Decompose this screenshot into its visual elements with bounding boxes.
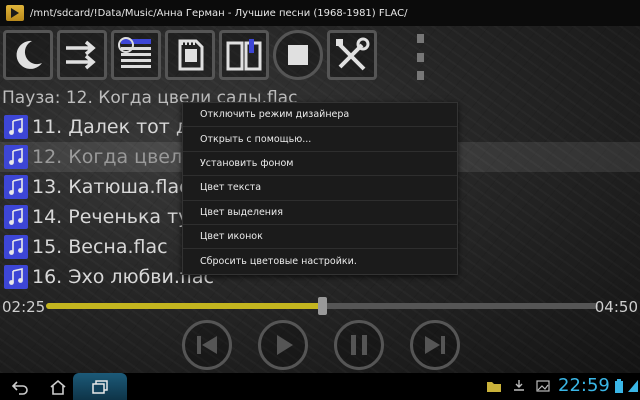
sdcard-button[interactable] bbox=[165, 30, 215, 80]
playback-controls bbox=[0, 320, 640, 372]
seek-bar-fill bbox=[46, 303, 322, 309]
moon-icon bbox=[16, 40, 42, 69]
back-button[interactable] bbox=[8, 373, 32, 400]
menu-item-disable-designer[interactable]: Отключить режим дизайнера bbox=[183, 103, 457, 128]
elapsed-time: 02:25 bbox=[2, 298, 46, 316]
bookmarks-button[interactable] bbox=[219, 30, 269, 80]
book-icon bbox=[226, 39, 262, 71]
dot-icon bbox=[416, 52, 424, 62]
arrows-icon bbox=[66, 40, 96, 70]
recent-apps-icon bbox=[92, 379, 108, 394]
track-title: 15. Весна.flac bbox=[32, 236, 168, 258]
playlist-button[interactable] bbox=[111, 30, 161, 80]
seek-bar[interactable] bbox=[46, 297, 598, 315]
stop-icon bbox=[288, 45, 308, 65]
dot-icon bbox=[416, 34, 424, 43]
menu-item-text-color[interactable]: Цвет текста bbox=[183, 176, 457, 201]
menu-item-open-with[interactable]: Открыть с помощью... bbox=[183, 127, 457, 152]
total-time: 04:50 bbox=[594, 298, 638, 316]
download-notification-icon bbox=[514, 380, 524, 391]
folder-notification-icon bbox=[487, 382, 501, 392]
home-button[interactable] bbox=[46, 373, 70, 400]
shuffle-button[interactable] bbox=[57, 30, 107, 80]
pause-icon bbox=[351, 335, 367, 355]
stop-button[interactable] bbox=[273, 30, 323, 80]
play-icon bbox=[277, 335, 293, 355]
music-note-icon bbox=[4, 235, 28, 259]
settings-button[interactable] bbox=[327, 30, 377, 80]
previous-button[interactable] bbox=[182, 320, 232, 370]
music-note-icon bbox=[4, 205, 28, 229]
seek-bar-thumb[interactable] bbox=[318, 297, 327, 315]
sdcard-icon bbox=[178, 39, 204, 71]
night-mode-button[interactable] bbox=[3, 30, 53, 80]
music-note-icon bbox=[4, 145, 28, 169]
dot-icon bbox=[416, 71, 424, 80]
current-path: /mnt/sdcard/!Data/Music/Анна Герман - Лу… bbox=[30, 7, 408, 19]
music-note-icon bbox=[4, 115, 28, 139]
menu-item-highlight-color[interactable]: Цвет выделения bbox=[183, 201, 457, 225]
music-note-icon bbox=[4, 175, 28, 199]
back-arrow-icon bbox=[11, 380, 28, 395]
context-menu: Отключить режим дизайнера Открыть с помо… bbox=[182, 102, 458, 275]
clock: 22:59 bbox=[558, 375, 610, 396]
system-navigation-bar: 22:59 bbox=[0, 373, 640, 400]
recent-apps-button[interactable] bbox=[73, 373, 127, 400]
app-logo-icon bbox=[6, 5, 24, 21]
skip-previous-icon bbox=[197, 336, 217, 354]
menu-item-icon-color[interactable]: Цвет иконок bbox=[183, 225, 457, 250]
path-bar: /mnt/sdcard/!Data/Music/Анна Герман - Лу… bbox=[0, 0, 640, 26]
track-title: 13. Катюша.flac bbox=[32, 176, 190, 198]
menu-item-set-background[interactable]: Установить фоном bbox=[183, 152, 457, 177]
tools-icon bbox=[336, 37, 370, 71]
toolbar bbox=[3, 30, 377, 84]
list-icon bbox=[118, 37, 151, 68]
music-note-icon bbox=[4, 265, 28, 289]
pause-button[interactable] bbox=[334, 320, 384, 370]
skip-next-icon bbox=[425, 336, 445, 354]
play-button[interactable] bbox=[258, 320, 308, 370]
battery-icon bbox=[615, 379, 623, 393]
wifi-icon bbox=[628, 380, 638, 392]
home-icon bbox=[50, 379, 66, 395]
menu-item-reset-colors[interactable]: Сбросить цветовые настройки. bbox=[183, 249, 457, 273]
image-notification-icon bbox=[536, 380, 550, 392]
next-button[interactable] bbox=[410, 320, 460, 370]
overflow-menu-button[interactable] bbox=[414, 34, 426, 80]
